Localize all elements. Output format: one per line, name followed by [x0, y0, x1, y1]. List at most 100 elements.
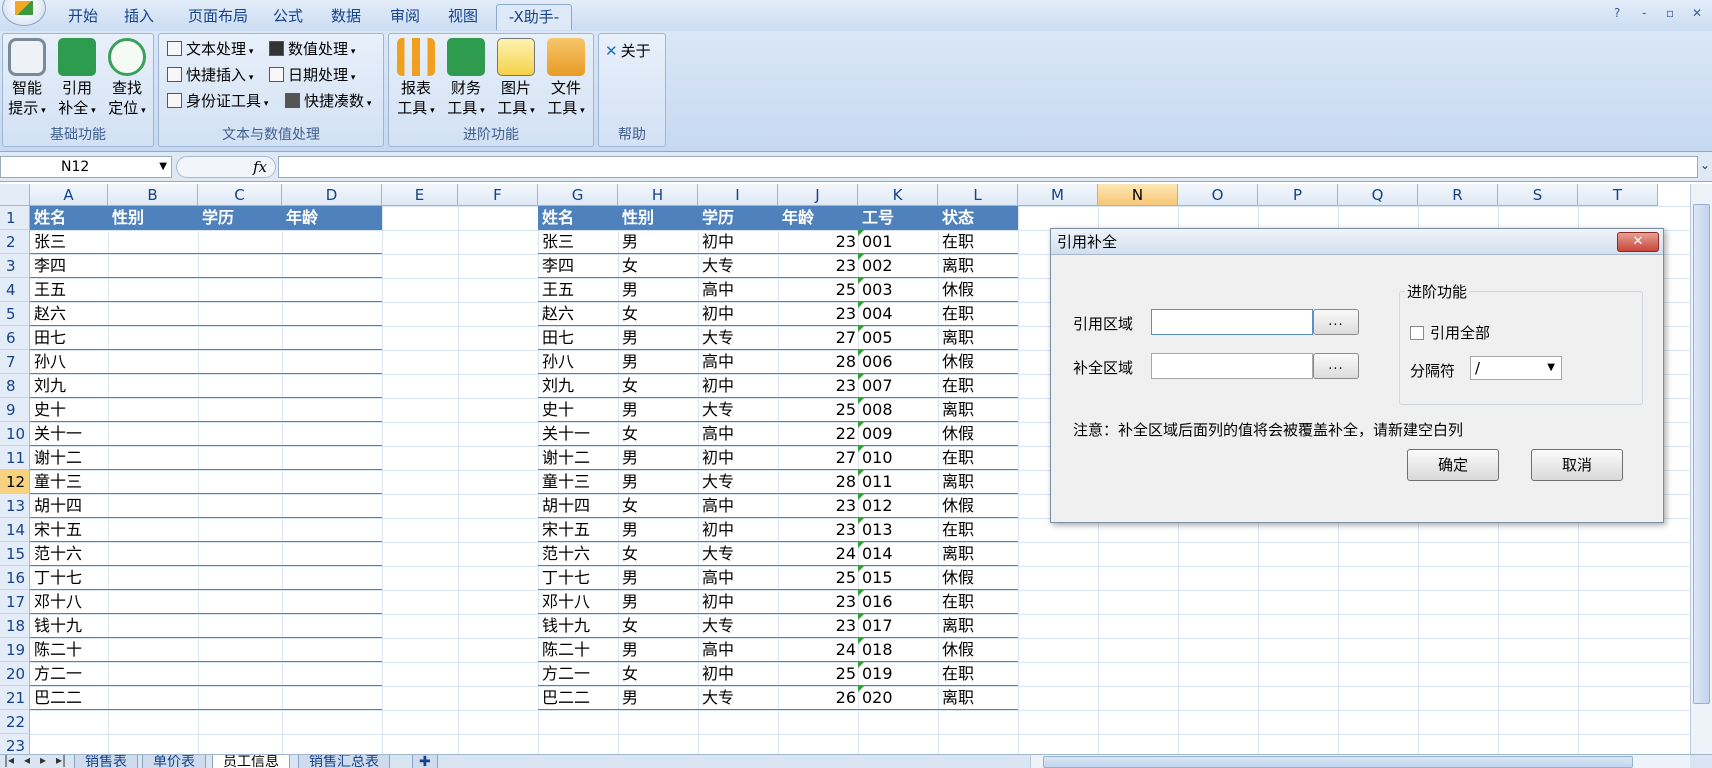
column-header[interactable]: D: [282, 184, 382, 206]
column-header[interactable]: K: [858, 184, 938, 206]
column-header[interactable]: F: [458, 184, 538, 206]
column-header[interactable]: B: [108, 184, 198, 206]
sheet-tab-sales-summary[interactable]: 销售汇总表: [298, 755, 390, 768]
column-header[interactable]: A: [30, 184, 108, 206]
tab-view[interactable]: 视图: [442, 4, 484, 30]
table-header-cell[interactable]: 年龄: [778, 206, 858, 230]
column-header[interactable]: I: [698, 184, 778, 206]
column-header[interactable]: P: [1258, 184, 1338, 206]
ref-area-input[interactable]: [1151, 309, 1313, 335]
fill-area-browse-button[interactable]: ...: [1313, 353, 1359, 379]
select-all-corner[interactable]: [0, 184, 30, 206]
row-header[interactable]: 14: [0, 518, 30, 542]
column-header[interactable]: E: [382, 184, 458, 206]
row-header[interactable]: 21: [0, 686, 30, 710]
tab-formulas[interactable]: 公式: [268, 4, 308, 30]
row-header[interactable]: 9: [0, 398, 30, 422]
table-header-cell[interactable]: 学历: [198, 206, 282, 230]
tab-review[interactable]: 审阅: [384, 4, 426, 30]
column-header[interactable]: H: [618, 184, 698, 206]
prev-sheet-icon[interactable]: ◂: [24, 755, 30, 767]
row-header[interactable]: 8: [0, 374, 30, 398]
table-header-cell[interactable]: 性别: [108, 206, 198, 230]
column-header[interactable]: C: [198, 184, 282, 206]
first-sheet-icon[interactable]: |◂: [4, 755, 14, 767]
fill-area-input[interactable]: [1151, 353, 1313, 379]
column-header[interactable]: L: [938, 184, 1018, 206]
last-sheet-icon[interactable]: ▸|: [56, 755, 66, 767]
row-header[interactable]: 18: [0, 614, 30, 638]
dialog-close-button[interactable]: ✕: [1617, 232, 1659, 252]
id-card-tool-button[interactable]: 身份证工具 ▾: [167, 90, 268, 111]
table-header-cell[interactable]: 年龄: [282, 206, 382, 230]
row-header[interactable]: 20: [0, 662, 30, 686]
sheet-tab-employee[interactable]: 员工信息: [212, 755, 290, 768]
quick-insert-button[interactable]: 快捷插入 ▾: [167, 64, 253, 85]
row-header[interactable]: 16: [0, 566, 30, 590]
name-box[interactable]: N12 ▼: [0, 156, 172, 178]
row-header[interactable]: 1: [0, 206, 30, 230]
table-header-cell[interactable]: 姓名: [30, 206, 108, 230]
table-header-cell[interactable]: 姓名: [538, 206, 618, 230]
about-button[interactable]: ✕ 关于: [605, 40, 651, 61]
tab-data[interactable]: 数据: [326, 4, 366, 30]
help-icon[interactable]: ?: [1614, 6, 1620, 20]
row-header[interactable]: 2: [0, 230, 30, 254]
row-header[interactable]: 17: [0, 590, 30, 614]
row-header[interactable]: 23: [0, 734, 30, 754]
horizontal-scrollbar[interactable]: [1030, 755, 1690, 768]
restore-icon[interactable]: ▫: [1666, 6, 1674, 20]
column-header[interactable]: R: [1418, 184, 1498, 206]
vertical-scrollbar[interactable]: [1690, 184, 1712, 754]
sheet-tab-sales[interactable]: 销售表: [74, 755, 138, 768]
date-process-button[interactable]: 日期处理 ▾: [269, 64, 355, 85]
row-header[interactable]: 5: [0, 302, 30, 326]
column-header[interactable]: G: [538, 184, 618, 206]
row-header[interactable]: 11: [0, 446, 30, 470]
finance-tool-button[interactable]: 财务 工具 ▾: [443, 38, 489, 121]
horizontal-scroll-thumb[interactable]: [1043, 756, 1633, 768]
find-locate-button[interactable]: 查找 定位 ▾: [105, 38, 149, 121]
text-process-button[interactable]: 文本处理 ▾: [167, 38, 253, 59]
new-sheet-icon[interactable]: ✚: [412, 755, 438, 768]
column-header[interactable]: S: [1498, 184, 1578, 206]
ref-area-browse-button[interactable]: ...: [1313, 309, 1359, 335]
column-header[interactable]: M: [1018, 184, 1098, 206]
row-header[interactable]: 22: [0, 710, 30, 734]
smart-tip-button[interactable]: 智能 提示 ▾: [5, 38, 49, 121]
file-tool-button[interactable]: 文件 工具 ▾: [543, 38, 589, 121]
sheet-tab-price[interactable]: 单价表: [142, 755, 206, 768]
number-process-button[interactable]: 数值处理 ▾: [269, 38, 355, 59]
row-header[interactable]: 4: [0, 278, 30, 302]
quick-sum-button[interactable]: 快捷凑数 ▾: [285, 90, 371, 111]
table-header-cell[interactable]: 性别: [618, 206, 698, 230]
row-header[interactable]: 13: [0, 494, 30, 518]
fx-icon[interactable]: fx: [176, 156, 276, 178]
row-header[interactable]: 3: [0, 254, 30, 278]
row-header[interactable]: 15: [0, 542, 30, 566]
column-header[interactable]: O: [1178, 184, 1258, 206]
minimize-icon[interactable]: -: [1642, 6, 1646, 20]
image-tool-button[interactable]: 图片 工具 ▾: [493, 38, 539, 121]
ref-all-checkbox[interactable]: [1410, 326, 1424, 340]
row-header[interactable]: 10: [0, 422, 30, 446]
tab-page-layout[interactable]: 页面布局: [180, 4, 256, 30]
next-sheet-icon[interactable]: ▸: [40, 755, 46, 767]
column-header[interactable]: Q: [1338, 184, 1418, 206]
row-header[interactable]: 19: [0, 638, 30, 662]
table-header-cell[interactable]: 工号: [858, 206, 938, 230]
table-header-cell[interactable]: 状态: [938, 206, 1018, 230]
expand-formula-icon[interactable]: ⌄: [1700, 158, 1710, 172]
close-icon[interactable]: ✕: [1692, 6, 1702, 20]
row-header[interactable]: 12: [0, 470, 30, 494]
office-button[interactable]: [2, 0, 46, 26]
report-tool-button[interactable]: 报表 工具 ▾: [393, 38, 439, 121]
row-header[interactable]: 6: [0, 326, 30, 350]
formula-input[interactable]: [278, 156, 1698, 178]
cancel-button[interactable]: 取消: [1531, 449, 1623, 481]
vertical-scroll-thumb[interactable]: [1693, 204, 1710, 704]
row-header[interactable]: 7: [0, 350, 30, 374]
tab-home[interactable]: 开始: [62, 4, 104, 30]
ref-fill-button[interactable]: 引用 补全 ▾: [55, 38, 99, 121]
column-header[interactable]: T: [1578, 184, 1658, 206]
